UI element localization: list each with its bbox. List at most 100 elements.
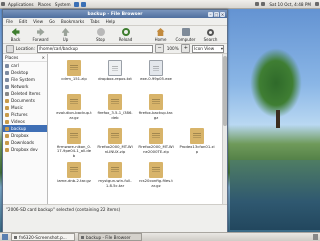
vertical-scrollbar[interactable] xyxy=(222,54,227,204)
sidebar-header-label: Places xyxy=(5,55,19,60)
file-item[interactable]: evolution-backup.tar.gz xyxy=(56,94,92,124)
stop-button[interactable]: Stop xyxy=(88,28,113,42)
sidebar: Places × carl Desktop File System Networ… xyxy=(3,54,48,204)
system-menu[interactable]: System xyxy=(53,2,73,7)
sidebar-header[interactable]: Places × xyxy=(3,54,47,62)
forward-label: Forward xyxy=(32,37,49,42)
view-mode-select[interactable]: Icon View ▾ xyxy=(192,44,224,53)
file-name: dropbox-repos.txt xyxy=(98,76,132,81)
sidebar-item-documents[interactable]: Documents xyxy=(3,97,47,104)
file-item[interactable]: Firefox2000_MT-Wine2000TE.zip xyxy=(138,128,174,158)
sidebar-item-desktop[interactable]: Desktop xyxy=(3,69,47,76)
up-button[interactable]: Up xyxy=(53,28,78,42)
zoom-in-button[interactable]: + xyxy=(181,44,191,53)
network-status-icon[interactable] xyxy=(255,2,260,6)
sidebar-item-label: Dropbox xyxy=(11,133,29,138)
volume-icon[interactable] xyxy=(261,2,266,6)
folder-icon xyxy=(5,105,9,110)
executable-file-icon xyxy=(149,60,163,76)
close-sidebar-icon[interactable]: × xyxy=(41,55,45,60)
up-arrow-icon xyxy=(61,28,70,36)
email-launcher-icon[interactable] xyxy=(80,1,86,7)
sidebar-item-deleted-items[interactable]: Deleted Items xyxy=(3,90,47,97)
sidebar-item-label: Pictures xyxy=(11,112,28,117)
menu-tabs[interactable]: Tabs xyxy=(87,19,102,24)
sidebar-item-dropbox-dev[interactable]: Dropbox dev xyxy=(3,146,47,153)
zoom-out-button[interactable]: − xyxy=(155,44,164,53)
forward-button[interactable]: Forward xyxy=(28,28,53,42)
archive-file-icon xyxy=(67,60,81,76)
back-button[interactable]: Back xyxy=(3,28,28,42)
folder-icon xyxy=(5,147,9,152)
panel-clock[interactable]: Sat 10 Oct, 4:48 PM xyxy=(266,2,314,7)
sidebar-item-file-system[interactable]: File System xyxy=(3,76,47,83)
file-item[interactable]: rcs20config-files.tar.gz xyxy=(138,162,174,192)
reload-button[interactable]: Reload xyxy=(113,28,138,42)
sidebar-item-videos[interactable]: Videos xyxy=(3,118,47,125)
file-item[interactable]: exe-0.99p05.exe xyxy=(138,60,174,90)
file-item[interactable]: Prodex13cfon01.zip xyxy=(179,128,215,158)
search-button[interactable]: Search xyxy=(198,29,223,42)
package-file-icon xyxy=(108,94,122,110)
sidebar-item-backup[interactable]: backup xyxy=(3,125,47,132)
power-icon[interactable] xyxy=(315,2,319,6)
file-item[interactable]: cdrm_151.zip xyxy=(56,60,92,90)
file-item[interactable]: iame-dnb-2.tar.gz xyxy=(56,162,92,192)
file-name: rcs20config-files.tar.gz xyxy=(139,178,173,188)
wallpaper-tree xyxy=(250,48,302,118)
location-input[interactable]: /home/carl/backup xyxy=(36,44,154,53)
home-button[interactable]: Home xyxy=(148,28,173,42)
show-desktop-icon[interactable] xyxy=(2,234,8,240)
package-file-icon xyxy=(67,128,81,144)
archive-file-icon xyxy=(149,162,163,178)
applications-menu[interactable]: Applications xyxy=(6,2,36,7)
text-file-icon xyxy=(108,60,122,76)
sidebar-item-music[interactable]: Music xyxy=(3,104,47,111)
sidebar-item-network[interactable]: Network xyxy=(3,83,47,90)
file-view[interactable]: cdrm_151.zip dropbox-repos.txt exe-0.99p… xyxy=(48,54,227,204)
home-label: Home xyxy=(154,37,167,42)
file-item[interactable]: firefox-backup.tar.gz xyxy=(138,94,174,124)
browser-launcher-icon[interactable] xyxy=(73,1,79,7)
menu-help[interactable]: Help xyxy=(103,19,119,24)
desktop-icon xyxy=(5,70,9,75)
trash-applet-icon[interactable] xyxy=(313,234,318,240)
folder-icon xyxy=(5,112,9,117)
file-item[interactable]: firmware-nikon_0.17-9pe04-1_all.deb xyxy=(56,128,92,158)
archive-file-icon xyxy=(149,128,163,144)
location-label: Location: xyxy=(15,46,35,51)
sidebar-item-carl[interactable]: carl xyxy=(3,62,47,69)
archive-file-icon xyxy=(67,162,81,178)
sidebar-item-label: Desktop xyxy=(11,70,29,75)
menu-edit[interactable]: Edit xyxy=(16,19,30,24)
sidebar-item-label: Dropbox dev xyxy=(11,147,38,152)
gnome-foot-icon[interactable] xyxy=(1,2,5,6)
sidebar-item-label: backup xyxy=(11,126,27,131)
file-name: evolution-backup.tar.gz xyxy=(56,110,92,120)
menu-file[interactable]: File xyxy=(3,19,16,24)
sidebar-item-label: Videos xyxy=(11,119,25,124)
window-titlebar[interactable]: backup - File Browser – □ × xyxy=(3,10,227,18)
file-name: Firefox2000_MT-Wine2000TE.zip xyxy=(138,144,174,154)
sidebar-item-pictures[interactable]: Pictures xyxy=(3,111,47,118)
search-icon xyxy=(207,29,214,36)
menu-bookmarks[interactable]: Bookmarks xyxy=(58,19,87,24)
scrollbar-thumb[interactable] xyxy=(223,56,227,126)
file-item[interactable]: Firefox2000_MT-WinLINUX.zip xyxy=(97,128,133,158)
menu-go[interactable]: Go xyxy=(46,19,58,24)
archive-file-icon xyxy=(190,128,204,144)
computer-button[interactable]: Computer xyxy=(173,28,198,42)
trash-icon xyxy=(5,91,9,96)
back-arrow-icon xyxy=(11,28,20,36)
file-item[interactable]: firefox_3.5-1_i386.deb xyxy=(97,94,133,124)
sidebar-item-downloads[interactable]: Downloads xyxy=(3,139,47,146)
sidebar-item-dropbox[interactable]: Dropbox xyxy=(3,132,47,139)
file-item[interactable]: mystgun-win-full-1.8.5c.tar xyxy=(97,162,133,192)
taskbar-item-label: fn6320-Screenshot.p... xyxy=(19,234,67,240)
up-label: Up xyxy=(62,37,69,42)
file-item[interactable]: dropbox-repos.txt xyxy=(97,60,133,90)
places-menu[interactable]: Places xyxy=(36,2,53,7)
view-mode-value: Icon View xyxy=(194,45,215,51)
location-toggle-button[interactable] xyxy=(6,44,14,53)
menu-view[interactable]: View xyxy=(30,19,46,24)
